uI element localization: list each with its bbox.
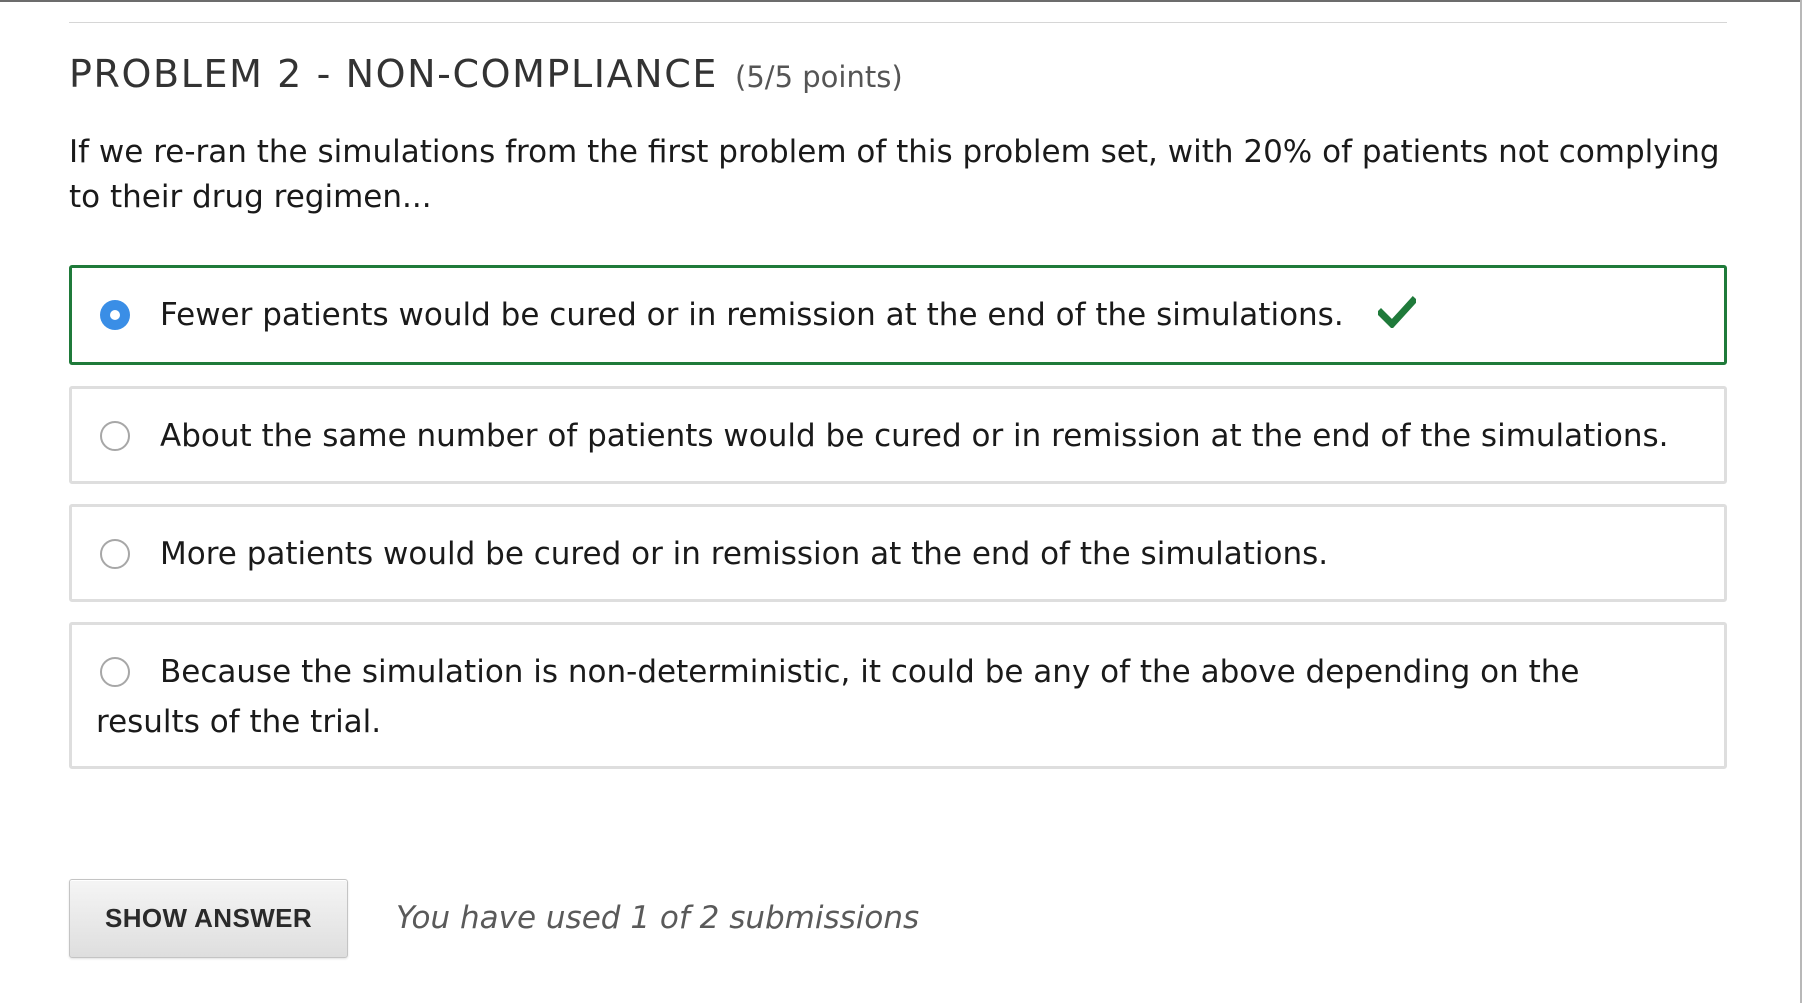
problem-points: (5/5 points) [735,60,903,94]
choice-option-3[interactable]: More patients would be cured or in remis… [69,504,1727,602]
problem-title: PROBLEM 2 - NON-COMPLIANCE [69,52,718,96]
problem-header: PROBLEM 2 - NON-COMPLIANCE (5/5 points) [69,52,903,96]
question-text: If we re-ran the simulations from the fi… [69,134,1720,215]
choice-option-2[interactable]: About the same number of patients would … [69,386,1727,484]
choice-option-4[interactable]: Because the simulation is non-determinis… [69,622,1727,769]
show-answer-button[interactable]: SHOW ANSWER [69,879,348,958]
submission-status: You have used 1 of 2 submissions [396,900,920,936]
choice-option-1[interactable]: Fewer patients would be cured or in remi… [69,265,1727,365]
section-divider [69,22,1727,23]
checkmark-icon [1377,296,1416,328]
choice-label-2: About the same number of patients would … [160,418,1669,454]
choice-label-3: More patients would be cured or in remis… [160,536,1329,572]
choice-label-4: Because the simulation is non-determinis… [96,654,1580,740]
choice-text-1: Fewer patients would be cured or in remi… [160,297,1344,333]
page-viewport: PROBLEM 2 - NON-COMPLIANCE (5/5 points) … [0,0,1802,1003]
problem-container: PROBLEM 2 - NON-COMPLIANCE (5/5 points) … [69,0,1727,1003]
choice-label-1: Fewer patients would be cured or in remi… [96,290,1684,340]
